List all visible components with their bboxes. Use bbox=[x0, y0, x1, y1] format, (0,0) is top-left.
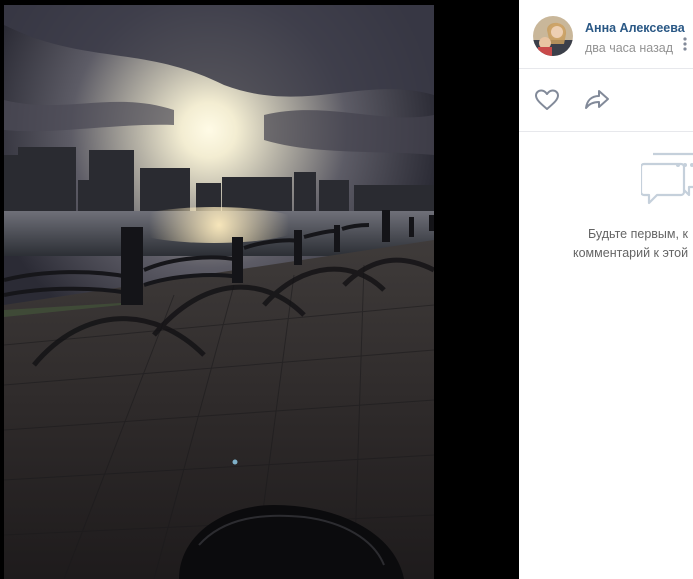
post-side-panel: Анна Алексеева два часа назад Будьте пер… bbox=[519, 0, 693, 579]
photo-viewer[interactable] bbox=[0, 0, 519, 579]
share-button[interactable] bbox=[583, 87, 611, 113]
post-author-header: Анна Алексеева два часа назад bbox=[519, 0, 693, 69]
comments-empty-text: Будьте первым, к bbox=[588, 227, 688, 241]
post-photo[interactable] bbox=[4, 5, 434, 579]
sunset-embankment-image bbox=[4, 5, 434, 579]
like-button[interactable] bbox=[534, 87, 560, 113]
share-icon bbox=[585, 90, 609, 109]
avatar[interactable] bbox=[533, 16, 573, 56]
author-name-link[interactable]: Анна Алексеева bbox=[585, 21, 685, 35]
comments-icon bbox=[639, 148, 693, 206]
comments-empty-text: комментарий к этой bbox=[573, 246, 689, 260]
more-icon[interactable] bbox=[677, 36, 693, 52]
heart-icon bbox=[535, 89, 559, 110]
post-actions bbox=[519, 69, 693, 132]
post-time[interactable]: два часа назад bbox=[585, 41, 673, 55]
